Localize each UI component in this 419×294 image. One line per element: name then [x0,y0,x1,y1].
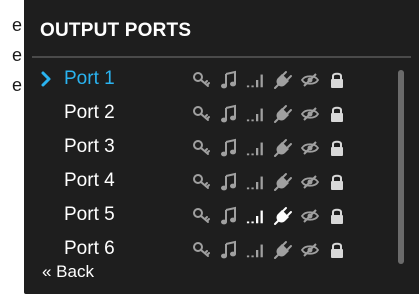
port-label: Port 1 [64,68,115,89]
lock-icon [327,206,347,226]
signal-bars-icon [246,240,266,260]
header-divider [32,56,411,58]
port-status-icons [192,138,354,158]
music-note-icon [219,70,239,90]
key-icon [192,172,212,192]
port-label: Port 6 [64,238,115,259]
music-note-icon [219,138,239,158]
key-icon [192,138,212,158]
hidden-eye-icon [300,240,320,260]
plug-icon [273,172,293,192]
lock-icon [327,138,347,158]
port-row[interactable]: Port 5 [24,201,384,231]
port-status-icons [192,70,354,90]
port-status-icons [192,240,354,260]
hidden-eye-icon [300,138,320,158]
port-row[interactable]: Port 6 [24,235,384,265]
scrollbar-thumb[interactable] [398,70,404,264]
edge-glyph: e [11,15,22,35]
hidden-eye-icon [300,206,320,226]
background-window-text: e e e [0,0,24,100]
key-icon [192,104,212,124]
signal-bars-icon [246,70,266,90]
hidden-eye-icon [300,104,320,124]
port-row[interactable]: Port 3 [24,133,384,163]
music-note-icon [219,172,239,192]
hidden-eye-icon [300,172,320,192]
signal-bars-icon [246,104,266,124]
signal-bars-icon [246,206,266,226]
panel-title: OUTPUT PORTS [40,20,192,41]
port-label: Port 4 [64,170,115,191]
key-icon [192,70,212,90]
output-ports-panel: OUTPUT PORTS Port 1 Port 2 Port 3 Port 4 Por… [24,0,419,294]
port-status-icons [192,172,354,192]
plug-icon [273,206,293,226]
chevron-right-icon [40,70,56,90]
plug-icon [273,104,293,124]
plug-icon [273,240,293,260]
lock-icon [327,240,347,260]
plug-icon [273,70,293,90]
port-label: Port 2 [64,102,115,123]
signal-bars-icon [246,172,266,192]
music-note-icon [219,206,239,226]
signal-bars-icon [246,138,266,158]
port-label: Port 5 [64,204,115,225]
port-row[interactable]: Port 1 [24,65,384,95]
lock-icon [327,172,347,192]
edge-glyph: e [11,45,22,65]
music-note-icon [219,240,239,260]
lock-icon [327,104,347,124]
port-row[interactable]: Port 4 [24,167,384,197]
key-icon [192,240,212,260]
plug-icon [273,138,293,158]
music-note-icon [219,104,239,124]
hidden-eye-icon [300,70,320,90]
port-status-icons [192,104,354,124]
port-label: Port 3 [64,136,115,157]
port-status-icons [192,206,354,226]
scrollbar[interactable] [398,70,404,264]
back-button[interactable]: « Back [42,262,94,282]
port-row[interactable]: Port 2 [24,99,384,129]
edge-glyph: e [11,75,22,95]
lock-icon [327,70,347,90]
key-icon [192,206,212,226]
